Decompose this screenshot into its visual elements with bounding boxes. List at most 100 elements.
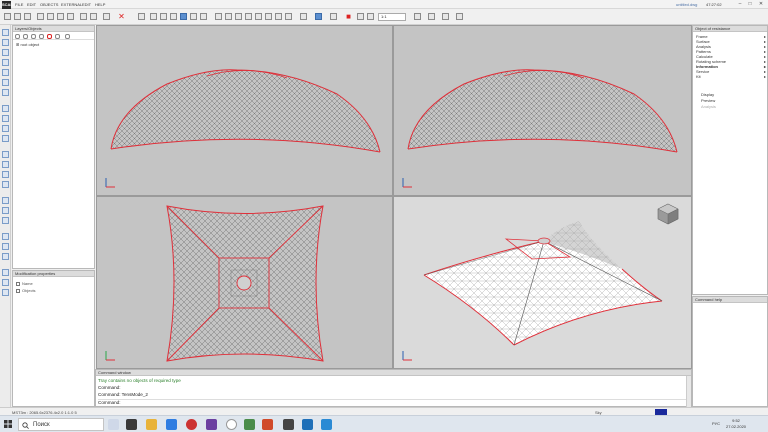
tool-copy-icon[interactable] [2,161,9,168]
app-green-icon[interactable] [244,419,255,430]
tool-extend-icon[interactable] [2,207,9,214]
view-layout-icon[interactable] [190,13,197,20]
tool-text-icon[interactable] [2,279,9,286]
file-explorer-icon[interactable] [146,419,157,430]
tool-array-icon[interactable] [2,233,9,240]
view-three-icon[interactable] [170,13,177,20]
command-input[interactable]: Command: [98,399,688,405]
menu-help[interactable]: HELP [95,2,105,7]
tool-load-icon[interactable] [2,135,9,142]
mail-icon[interactable] [166,419,177,430]
expand-icon[interactable]: ⊞ [16,42,19,47]
tool-explode-icon[interactable] [2,253,9,260]
color-icon[interactable]: ■ [345,13,352,21]
scad-taskbar-icon[interactable] [283,419,294,430]
submenu-preview[interactable]: Preview [701,98,715,103]
layer-freeze-icon[interactable] [39,34,44,39]
yandex-icon[interactable] [226,419,237,430]
rotate-icon[interactable] [215,13,222,20]
tool-scale-icon[interactable] [2,181,9,188]
tool-support-icon[interactable] [2,125,9,132]
measure-icon[interactable] [285,13,292,20]
view-cube-icon[interactable] [657,203,679,225]
tool-move-icon[interactable] [2,151,9,158]
layer-visible-icon[interactable] [23,34,28,39]
pan-icon[interactable] [225,13,232,20]
windows-start-icon[interactable] [4,420,12,428]
taskbar-app-icon[interactable] [126,419,137,430]
app-blue-icon[interactable] [302,419,313,430]
menu-external[interactable]: EXTERNAL [61,2,82,7]
taskbar-search-input[interactable]: Поиск [18,418,104,431]
tray-language[interactable]: РУС [712,421,720,426]
osnap-icon[interactable] [456,13,463,20]
tray-clock[interactable]: 9:52 27.02.2020 [726,418,746,430]
minimize-icon[interactable]: – [735,1,745,8]
tool-mirror-icon[interactable] [2,171,9,178]
properties-icon[interactable] [367,13,374,20]
viewport-perspective[interactable] [393,196,692,369]
app-orange-icon[interactable] [262,419,273,430]
opera-icon[interactable] [186,419,197,430]
layer-copy-icon[interactable] [55,34,60,39]
render-icon[interactable] [300,13,307,20]
submenu-display[interactable]: Display [701,92,714,97]
viewport-side[interactable] [393,25,692,196]
orbit-icon[interactable] [275,13,282,20]
tool-offset-icon[interactable] [2,217,9,224]
zoom-window-icon[interactable] [255,13,262,20]
tool-dimension-icon[interactable] [2,269,9,276]
layer-add-icon[interactable] [15,34,20,39]
property-row[interactable]: Name [16,281,33,286]
tool-arc-icon[interactable] [2,59,9,66]
view-tile-icon[interactable] [200,13,207,20]
view-single-icon[interactable] [150,13,157,20]
layer-tree-item[interactable]: ⊞ root object [16,42,39,47]
menu-edit[interactable]: EDIT [27,2,36,7]
close-icon[interactable]: ✕ [756,1,766,8]
zoom-select[interactable]: 1:1 [378,13,406,21]
tool-join-icon[interactable] [2,243,9,250]
undo-icon[interactable] [80,13,87,20]
property-row[interactable]: Objects [16,288,36,293]
tool-surface-icon[interactable] [2,89,9,96]
copy-icon[interactable] [57,13,64,20]
redo-icon[interactable] [90,13,97,20]
ortho-icon[interactable] [428,13,435,20]
print-icon[interactable] [37,13,44,20]
viewport-front[interactable] [96,25,393,196]
snap-icon[interactable] [414,13,421,20]
maximize-icon[interactable]: □ [745,1,755,8]
tool-circle-icon[interactable] [2,69,9,76]
menu-edit-2[interactable]: EDIT [82,2,91,7]
select-icon[interactable] [103,13,110,20]
save-icon[interactable] [24,13,31,20]
menu-file[interactable]: FILE [15,2,23,7]
tool-spline-icon[interactable] [2,79,9,86]
task-view-icon[interactable] [108,419,119,430]
menu-item-kit[interactable]: Kit ▸ [696,74,766,79]
layer-lock-icon[interactable] [31,34,36,39]
command-scrollbar[interactable] [686,376,691,407]
telegram-icon[interactable] [321,419,332,430]
tool-membrane-icon[interactable] [2,115,9,122]
tool-hatch-icon[interactable] [2,289,9,296]
layer-delete-icon[interactable] [47,34,52,39]
grid-icon[interactable] [138,13,145,20]
wireframe-icon[interactable] [330,13,337,20]
checkbox-icon[interactable] [16,281,20,286]
visual-studio-icon[interactable] [206,419,217,430]
tool-trim-icon[interactable] [2,197,9,204]
checkbox-icon[interactable] [16,288,20,293]
view-quad-icon[interactable] [180,13,187,20]
zoom-in-icon[interactable] [235,13,242,20]
paste-icon[interactable] [67,13,74,20]
viewport-top[interactable] [96,196,393,369]
layer-filter-icon[interactable] [65,34,70,39]
tool-polyline-icon[interactable] [2,49,9,56]
layer-icon[interactable] [357,13,364,20]
tool-mesh-icon[interactable] [2,105,9,112]
delete-icon[interactable]: ✕ [118,13,125,21]
zoom-out-icon[interactable] [245,13,252,20]
shade-icon[interactable] [315,13,322,20]
